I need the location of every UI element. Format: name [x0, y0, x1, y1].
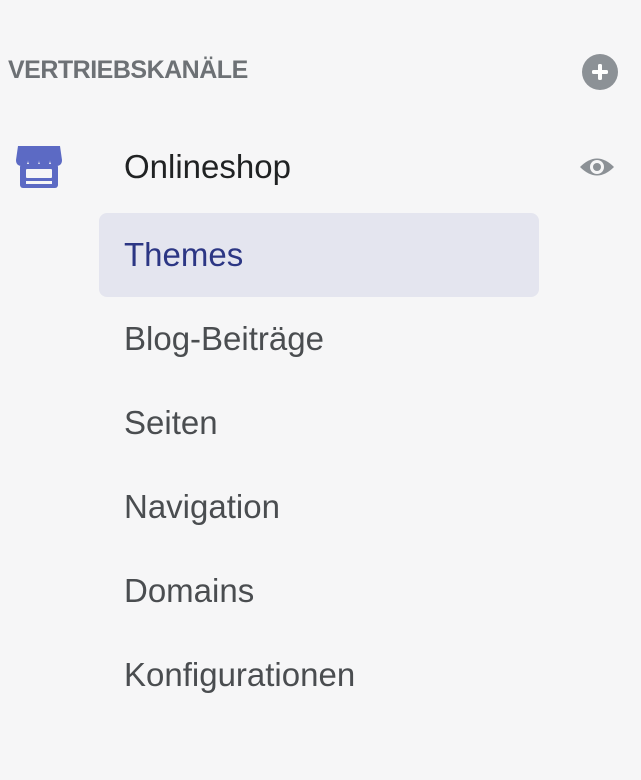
subnav-item-domains[interactable]: Domains: [99, 549, 539, 633]
sales-channels-header: VERTRIEBSKANÄLE: [8, 40, 618, 106]
subnav-item-label: Domains: [124, 572, 255, 609]
subnav-item-blog-posts[interactable]: Blog-Beiträge: [99, 297, 539, 381]
channel-onlineshop[interactable]: Onlineshop: [8, 132, 618, 202]
sales-channels-title: VERTRIEBSKANÄLE: [8, 56, 248, 84]
subnav-item-label: Themes: [124, 236, 244, 273]
subnav-item-label: Navigation: [124, 488, 280, 525]
onlineshop-subnav: Themes Blog-Beiträge Seiten Navigation D…: [99, 213, 539, 717]
add-sales-channel-button[interactable]: [582, 54, 618, 90]
subnav-item-label: Seiten: [124, 404, 218, 441]
subnav-item-preferences[interactable]: Konfigurationen: [99, 633, 539, 717]
store-icon: [12, 140, 66, 194]
subnav-item-themes[interactable]: Themes: [99, 213, 539, 297]
subnav-item-pages[interactable]: Seiten: [99, 381, 539, 465]
subnav-item-navigation[interactable]: Navigation: [99, 465, 539, 549]
subnav-item-label: Konfigurationen: [124, 656, 356, 693]
plus-circle-icon: [592, 64, 608, 80]
sidebar: VERTRIEBSKANÄLE Onlineshop Themes Blog-B…: [0, 0, 641, 780]
channel-label: Onlineshop: [124, 148, 291, 185]
subnav-item-label: Blog-Beiträge: [124, 320, 324, 357]
eye-icon: [580, 158, 614, 176]
view-store-button[interactable]: [576, 148, 618, 186]
